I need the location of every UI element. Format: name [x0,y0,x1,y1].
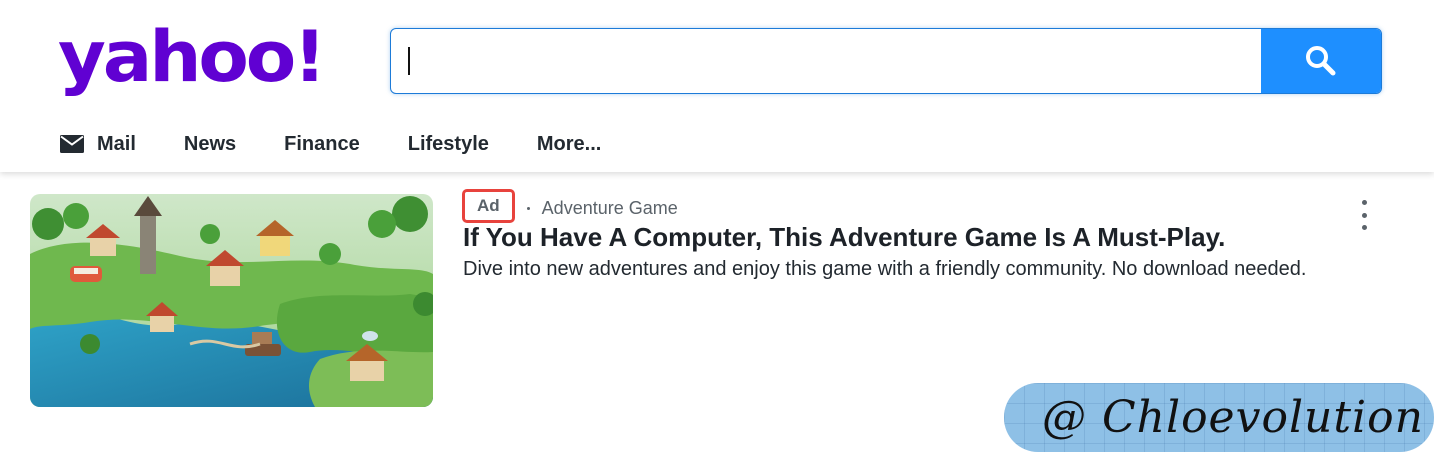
nav-item-label: More... [536,132,602,155]
kebab-dot [1361,212,1367,218]
nav-item-label: Mail [97,132,136,155]
site-header: yahoo! Mail News Finance Lifestyle More.… [0,0,1434,172]
watermark-text: @ Chloevolution [1042,392,1424,443]
nav-item-label: Lifestyle [407,132,489,155]
nav-item-mail[interactable]: Mail [60,133,136,156]
ad-source[interactable]: Adventure Game [542,198,678,219]
kebab-menu-icon[interactable] [1352,200,1376,230]
nav-item-more[interactable]: More... [537,133,601,156]
search-button[interactable] [1261,29,1381,93]
nav-item-news[interactable]: News [184,133,236,156]
ad-thumbnail[interactable] [30,194,433,407]
kebab-dot [1361,200,1367,205]
separator-dot [526,206,530,210]
nav-item-finance[interactable]: Finance [284,133,360,156]
ad-title[interactable]: If You Have A Computer, This Adventure G… [463,222,1225,253]
search-input[interactable] [391,29,1261,93]
watermark: @ Chloevolution [1004,383,1434,452]
nav-item-label: Finance [284,132,360,155]
nav-item-label: News [183,132,237,155]
search-icon [1306,46,1336,76]
ad-card[interactable]: Ad Adventure Game If You Have A Computer… [30,189,1410,408]
nav-item-lifestyle[interactable]: Lifestyle [408,133,489,156]
ad-description: Dive into new adventures and enjoy this … [463,258,1307,280]
search-bar [390,28,1382,94]
fantasy-island-illustration [30,194,433,407]
text-caret [408,47,410,75]
top-nav: Mail News Finance Lifestyle More... [60,130,649,158]
ad-meta: Ad Adventure Game [462,189,678,223]
ad-badge: Ad [462,189,515,223]
kebab-dot [1361,225,1367,230]
mail-icon [60,135,84,153]
yahoo-logo[interactable]: yahoo! [58,22,327,92]
